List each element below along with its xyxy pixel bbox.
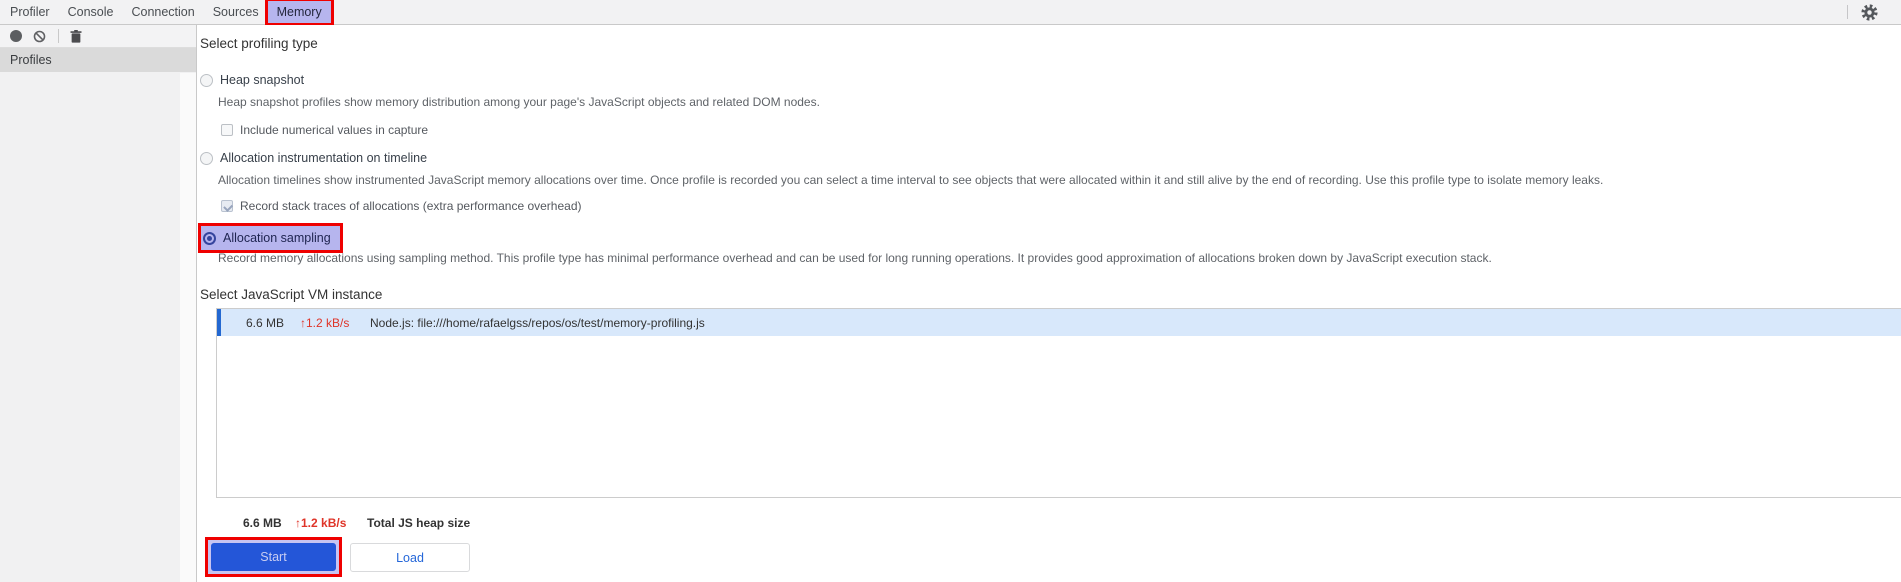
- trash-icon[interactable]: [70, 29, 82, 43]
- vm-instance-list[interactable]: 6.6 MB ↑1.2 kB/s Node.js: file:///home/r…: [216, 308, 1901, 498]
- profiling-type-heading: Select profiling type: [200, 36, 318, 51]
- checkbox-record-stack-traces[interactable]: Record stack traces of allocations (extr…: [221, 199, 582, 213]
- radio-heap-snapshot[interactable]: Heap snapshot: [200, 73, 304, 87]
- heap-snapshot-description: Heap snapshot profiles show memory distr…: [218, 95, 820, 109]
- checkbox-label[interactable]: Include numerical values in capture: [240, 123, 428, 137]
- radio-label[interactable]: Heap snapshot: [220, 73, 304, 87]
- tab-sources[interactable]: Sources: [204, 0, 268, 25]
- checkbox-icon[interactable]: [221, 200, 233, 212]
- vm-allocation-rate: ↑1.2 kB/s: [300, 315, 350, 330]
- radio-label[interactable]: Allocation instrumentation on timeline: [220, 151, 427, 165]
- toolbar-divider: [58, 29, 59, 43]
- tab-console[interactable]: Console: [59, 0, 123, 25]
- profiles-toolbar: [0, 25, 196, 48]
- heap-totals-row: 6.6 MB ↑1.2 kB/s Total JS heap size: [197, 515, 470, 531]
- checkbox-include-numerical-values[interactable]: Include numerical values in capture: [221, 123, 428, 137]
- allocation-timeline-description: Allocation timelines show instrumented J…: [218, 173, 1604, 187]
- annotation-box-allocation-sampling: Allocation sampling: [198, 223, 343, 253]
- checkbox-icon[interactable]: [221, 124, 233, 136]
- allocation-sampling-description: Record memory allocations using sampling…: [218, 251, 1492, 265]
- tab-profiler[interactable]: Profiler: [1, 0, 59, 25]
- radio-icon[interactable]: [200, 151, 213, 165]
- toolbar-divider: [1847, 5, 1848, 19]
- radio-icon[interactable]: [203, 231, 216, 245]
- checkbox-label[interactable]: Record stack traces of allocations (extr…: [240, 199, 582, 213]
- annotation-box-start: Start: [205, 537, 342, 577]
- sidebar-scroll-gutter: [180, 73, 196, 582]
- tab-connection[interactable]: Connection: [122, 0, 203, 25]
- radio-allocation-sampling[interactable]: Allocation sampling: [223, 231, 331, 245]
- tab-memory[interactable]: Memory: [264, 0, 334, 26]
- vm-instance-name: Node.js: file:///home/rafaelgss/repos/os…: [370, 315, 705, 330]
- clear-icon[interactable]: [33, 30, 46, 43]
- start-button[interactable]: Start: [211, 543, 336, 571]
- total-heap-size: 6.6 MB: [243, 516, 282, 530]
- devtools-window: Profiler Console Connection Sources Memo…: [0, 0, 1901, 582]
- tab-bar: Profiler Console Connection Sources Memo…: [0, 0, 1901, 26]
- gear-icon[interactable]: [1861, 3, 1878, 21]
- memory-panel: Select profiling type Heap snapshot Heap…: [197, 25, 1901, 582]
- record-icon[interactable]: [0, 30, 22, 42]
- vm-heap-size: 6.6 MB: [246, 315, 285, 330]
- load-button[interactable]: Load: [350, 543, 470, 572]
- sidebar: Profiles: [0, 25, 197, 582]
- total-heap-label: Total JS heap size: [367, 516, 471, 530]
- sidebar-item-profiles[interactable]: Profiles: [0, 48, 196, 72]
- radio-icon[interactable]: [200, 73, 213, 87]
- vm-instance-heading: Select JavaScript VM instance: [200, 287, 383, 302]
- total-allocation-rate: ↑1.2 kB/s: [295, 516, 347, 530]
- vm-instance-row[interactable]: 6.6 MB ↑1.2 kB/s Node.js: file:///home/r…: [217, 309, 1901, 336]
- radio-allocation-instrumentation[interactable]: Allocation instrumentation on timeline: [200, 151, 427, 165]
- tabbar-right-controls: [1847, 3, 1901, 21]
